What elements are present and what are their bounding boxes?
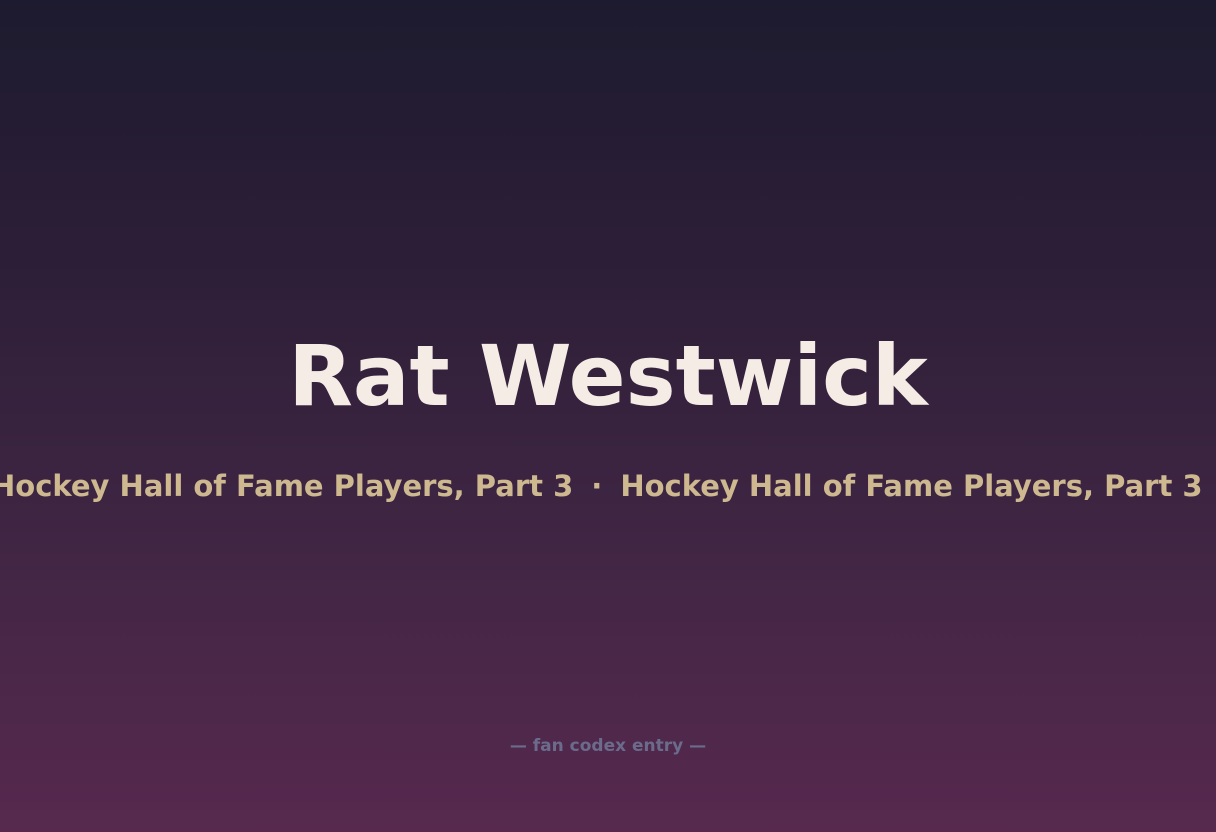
footer-caption: — fan codex entry — xyxy=(509,736,707,756)
subtitle-marquee: Hockey Hall of Fame Players, Part 3 · Hock… xyxy=(0,465,1216,507)
subtitle-marquee-track: Hockey Hall of Fame Players, Part 3 · Hock… xyxy=(0,465,1203,507)
subtitle-text: Hockey Hall of Fame Players, Part 3 xyxy=(0,469,574,503)
page-title: Rat Westwick xyxy=(288,327,928,425)
subtitle-separator: · xyxy=(591,469,603,503)
subtitle-text-repeat: Hockey Hall of Fame Players, Part 3 xyxy=(620,469,1203,503)
